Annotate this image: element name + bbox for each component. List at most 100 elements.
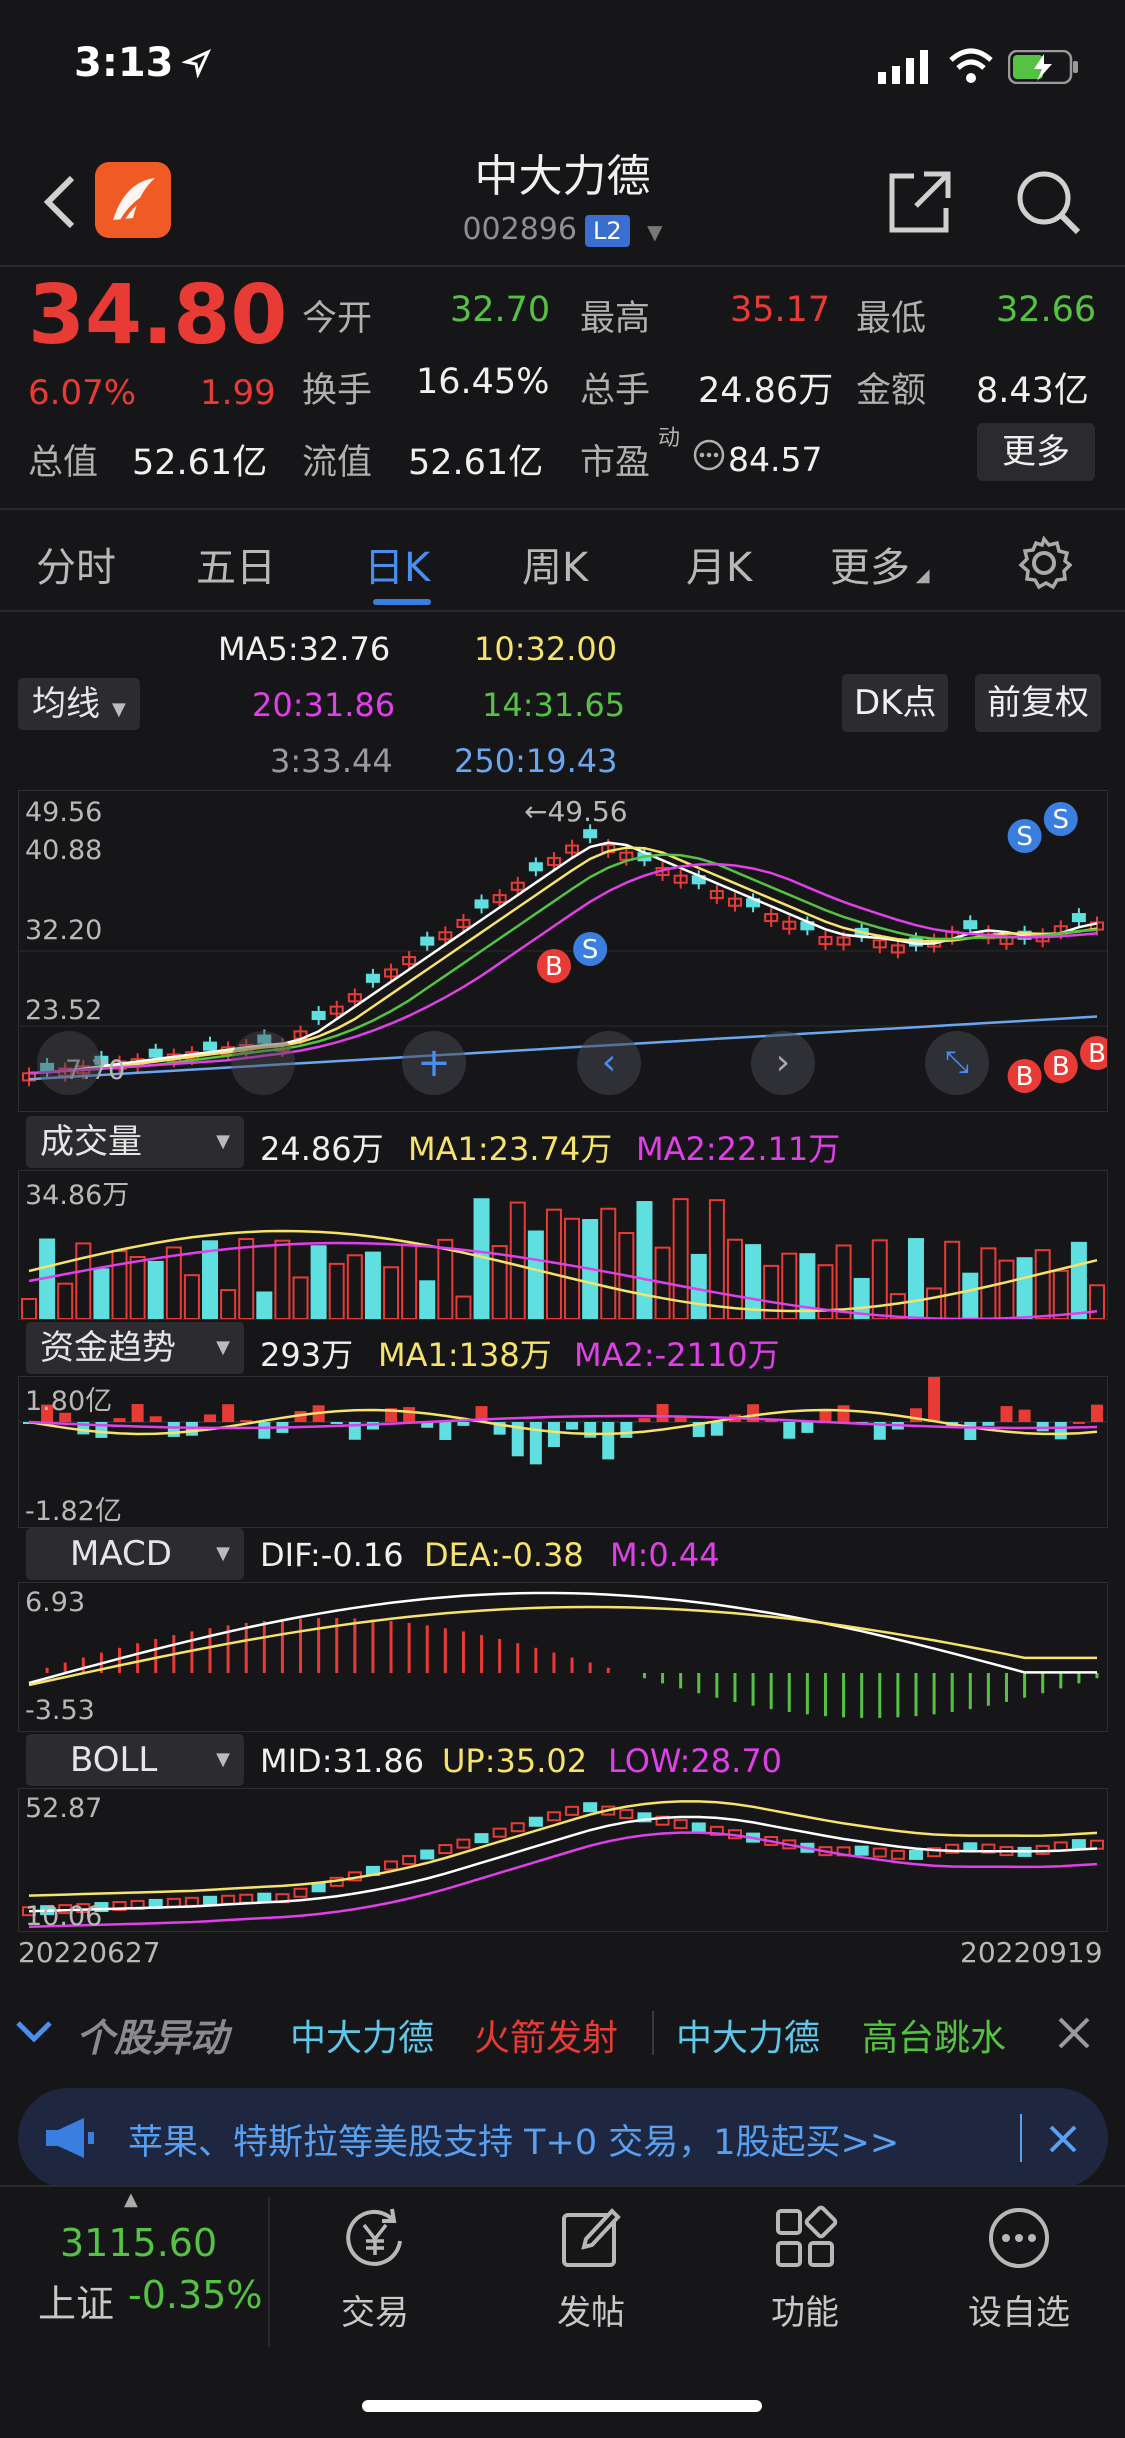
volume-bar [383, 1266, 400, 1320]
active-tab-indicator [373, 599, 431, 605]
boll-candle [456, 1838, 471, 1849]
fund-bar [1000, 1406, 1013, 1422]
fund-bar [204, 1414, 217, 1422]
fund-bar [783, 1422, 796, 1439]
tab-intraday[interactable]: 分时 [36, 535, 116, 593]
boll-selector-label: BOLL [70, 1740, 158, 1780]
volume-bar [1016, 1257, 1033, 1321]
signal-marker-letter: B [545, 952, 563, 982]
boll-selector[interactable]: BOLL ▼ [26, 1734, 244, 1786]
pe-value: 84.57 [728, 440, 823, 479]
fund-bar [656, 1404, 669, 1422]
boll-candle [492, 1827, 507, 1838]
change-amount: 1.99 [200, 373, 276, 413]
stock-code-row[interactable]: 002896 L2 ▼ [0, 212, 1125, 247]
macd-chart: 6.93 -3.53 [18, 1582, 1108, 1732]
fund-svg [19, 1352, 1107, 1465]
candle-body [420, 936, 435, 946]
fund-bar [131, 1404, 144, 1422]
promo-banner[interactable]: 苹果、特斯拉等美股支持 T+0 交易，1股起买>> [18, 2088, 1108, 2188]
more-dots-icon [989, 2208, 1049, 2268]
fund-bar [1054, 1422, 1067, 1440]
tab-more[interactable]: 更多 ◢ [830, 535, 930, 593]
volume-bar [328, 1262, 345, 1321]
tab-five-day[interactable]: 五日 [196, 535, 276, 593]
share-icon[interactable] [884, 168, 954, 238]
expand-up-icon[interactable]: ▲ [124, 2189, 138, 2210]
fullscreen-icon[interactable]: ⤡ [925, 1031, 989, 1095]
close-icon[interactable] [1048, 2124, 1078, 2154]
index-change: -0.35% [128, 2273, 263, 2317]
volume-ma1-line [28, 1229, 1098, 1313]
volume-ma2: MA2:22.11万 [636, 1130, 841, 1168]
ticker-event[interactable]: 高台跳水 [862, 2009, 1006, 2061]
macd-selector-label: MACD [70, 1534, 172, 1574]
more-quote-button[interactable]: 更多 [977, 423, 1095, 481]
fund-y-top: 1.80亿 [25, 1386, 113, 1417]
volume-bar [57, 1282, 74, 1320]
macd-selector[interactable]: MACD ▼ [26, 1528, 244, 1580]
boll-candle [239, 1893, 254, 1904]
fund-bar [403, 1407, 416, 1422]
home-indicator [362, 2400, 762, 2412]
open-label: 今开 [302, 299, 373, 339]
ma-selector[interactable]: 均线 ▼ [18, 678, 140, 730]
ticker-stock[interactable]: 中大力德 [676, 2009, 820, 2061]
fund-bar [1091, 1404, 1103, 1422]
fund-bar [258, 1422, 271, 1439]
tab-monthly-k[interactable]: 月K [686, 535, 752, 593]
functions-grid-icon [776, 2205, 838, 2267]
trade-yen-icon [346, 2208, 402, 2266]
forward-adjust-button[interactable]: 前复权 [975, 674, 1101, 732]
signal-marker-letter: B [1052, 1052, 1070, 1082]
fund-bar [113, 1418, 126, 1422]
candle-body [963, 920, 978, 930]
boll-candle [293, 1887, 308, 1898]
volume-selector[interactable]: 成交量 ▼ [26, 1116, 244, 1168]
nav-functions[interactable]: 功能 [730, 2285, 880, 2334]
index-value[interactable]: 3115.60 [60, 2221, 217, 2265]
search-icon[interactable] [1012, 166, 1084, 238]
macd-dif: DIF:-0.16 [260, 1536, 404, 1574]
boll-candle [402, 1854, 417, 1865]
float-cap-label: 流值 [302, 443, 373, 483]
kline-y-label: 23.52 [25, 995, 103, 1026]
volume-bar [527, 1230, 544, 1320]
gear-icon[interactable] [1016, 535, 1072, 591]
volume-value: 24.86万 [260, 1130, 384, 1168]
volume-bar [926, 1287, 943, 1320]
status-bar: 3:13 [0, 0, 1125, 140]
dk-point-button[interactable]: DK点 [842, 674, 949, 732]
ticker-stock[interactable]: 中大力德 [290, 2009, 434, 2061]
tab-daily-k[interactable]: 日K [364, 535, 430, 593]
tab-weekly-k[interactable]: 周K [522, 535, 588, 593]
boll-candle [438, 1844, 453, 1855]
kline-chart[interactable]: BSSSBBB 49.56 40.88 32.20 23.52 ←49.56 7… [18, 790, 1114, 1112]
macd-m: M:0.44 [610, 1536, 720, 1574]
boll-candle [691, 1822, 706, 1833]
scroll-right-icon[interactable]: › [751, 1031, 815, 1095]
kline-y-label: 32.20 [25, 915, 103, 946]
candle-body [148, 1048, 163, 1058]
chevron-down-icon[interactable] [14, 2017, 54, 2045]
nav-trade[interactable]: 交易 [300, 2285, 450, 2334]
zoom-in-icon[interactable]: + [402, 1031, 466, 1095]
close-icon[interactable] [1056, 2015, 1092, 2051]
open-value: 32.70 [450, 290, 551, 330]
boll-candle [872, 1847, 887, 1858]
turnover-value: 16.45% [416, 362, 550, 402]
candle-body [203, 1041, 218, 1051]
scroll-left-icon[interactable]: ‹ [577, 1031, 641, 1095]
info-icon[interactable] [692, 438, 726, 472]
fund-ma2: MA2:-2110万 [574, 1336, 780, 1374]
fund-selector[interactable]: 资金趋势 ▼ [26, 1322, 244, 1374]
nav-watchlist[interactable]: 设自选 [944, 2285, 1094, 2334]
movement-ticker: 个股异动 中大力德 火箭发射 中大力德 高台跳水 [0, 1995, 1125, 2070]
fund-bar [602, 1422, 615, 1460]
ticker-event[interactable]: 火箭发射 [474, 2009, 618, 2061]
nav-post[interactable]: 发帖 [516, 2285, 666, 2334]
volume-bar [944, 1240, 961, 1320]
ma5-value: MA5:32.76 [218, 630, 391, 668]
candle-body [311, 1010, 326, 1021]
volume-bar [636, 1201, 653, 1321]
